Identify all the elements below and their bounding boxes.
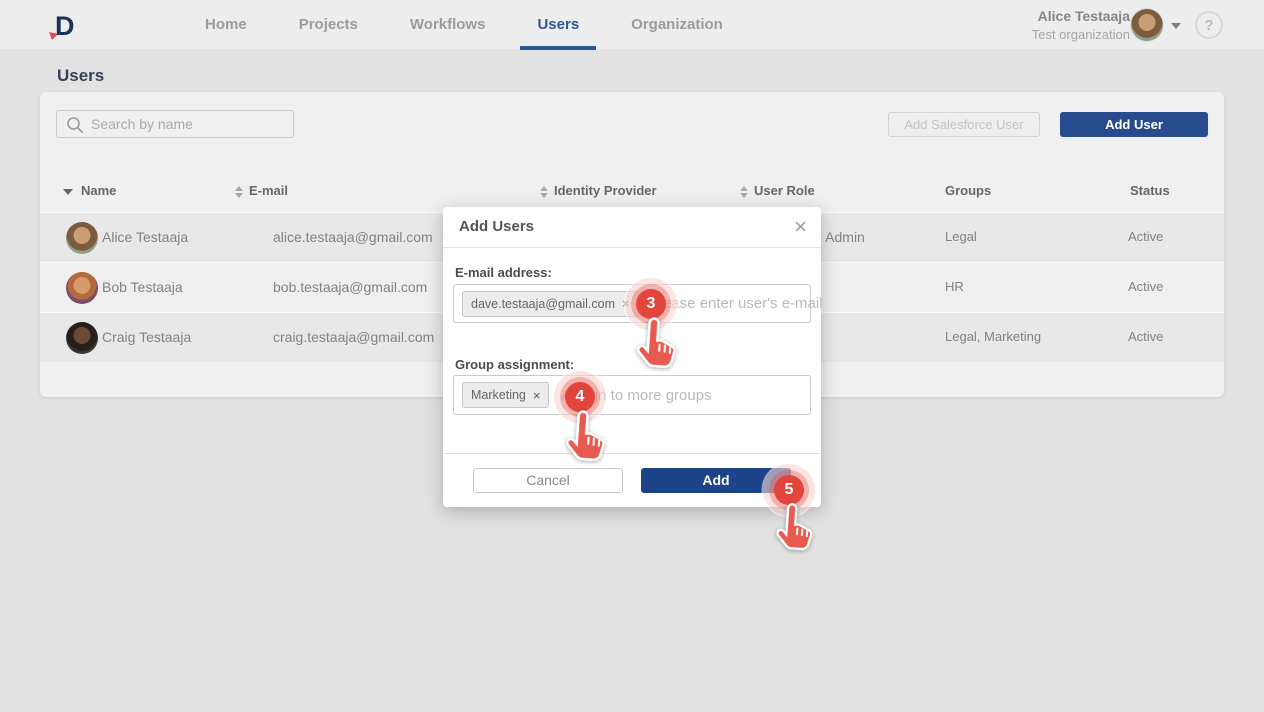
group-chip: Marketing ×	[462, 382, 549, 408]
column-header-email[interactable]: E-mail	[235, 183, 288, 198]
step-5-badge: 5	[774, 475, 804, 505]
app-root: D Home Projects Workflows Users Organiza…	[0, 0, 1264, 712]
group-input[interactable]: Marketing × Assign to more groups	[453, 375, 811, 415]
nav-item-users[interactable]: Users	[520, 0, 596, 50]
cell-email: alice.testaaja@gmail.com	[273, 229, 433, 245]
page-title: Users	[57, 66, 104, 86]
user-avatar	[66, 222, 98, 254]
add-button[interactable]: Add	[641, 468, 791, 493]
svg-text:D: D	[55, 11, 75, 41]
sort-both-icon	[540, 186, 548, 198]
email-chip: dave.testaaja@gmail.com ×	[462, 291, 639, 317]
search-icon	[66, 116, 84, 134]
account-name: Alice Testaaja	[1032, 7, 1130, 26]
remove-chip-icon[interactable]: ×	[533, 389, 541, 402]
step-3-badge: 3	[636, 289, 666, 319]
email-address-label: E-mail address:	[455, 265, 552, 280]
close-icon[interactable]: ×	[794, 213, 807, 241]
cell-email: craig.testaaja@gmail.com	[273, 329, 434, 345]
top-navigation-bar: D Home Projects Workflows Users Organiza…	[0, 0, 1264, 50]
search-box[interactable]	[56, 110, 294, 138]
cell-name: Alice Testaaja	[102, 229, 188, 245]
nav-item-workflows[interactable]: Workflows	[393, 0, 503, 50]
brand-logo-icon[interactable]: D	[46, 8, 82, 42]
column-header-groups: Groups	[945, 183, 991, 198]
modal-footer: Cancel Add	[443, 453, 821, 507]
search-input[interactable]	[91, 111, 289, 137]
sort-desc-icon	[63, 189, 73, 195]
modal-title: Add Users	[459, 218, 534, 235]
hand-pointer-icon	[555, 406, 615, 466]
account-organization: Test organization	[1032, 26, 1130, 43]
column-header-user-role[interactable]: User Role	[740, 183, 815, 198]
group-assignment-label: Group assignment:	[455, 357, 574, 372]
column-header-status: Status	[1130, 183, 1170, 198]
cancel-button[interactable]: Cancel	[473, 468, 623, 493]
nav-item-organization[interactable]: Organization	[614, 0, 740, 50]
nav-item-home[interactable]: Home	[188, 0, 264, 50]
cell-name: Craig Testaaja	[102, 329, 191, 345]
account-menu-caret-icon[interactable]	[1171, 23, 1181, 29]
cell-name: Bob Testaaja	[102, 279, 183, 295]
user-avatar	[66, 322, 98, 354]
cell-status: Active	[1128, 279, 1163, 294]
cell-groups: Legal	[945, 229, 977, 244]
column-header-identity-provider[interactable]: Identity Provider	[540, 183, 657, 198]
hand-pointer-icon	[766, 499, 822, 555]
nav-item-projects[interactable]: Projects	[282, 0, 375, 50]
column-header-name[interactable]: Name	[63, 183, 116, 198]
sort-both-icon	[235, 186, 243, 198]
remove-chip-icon[interactable]: ×	[622, 297, 630, 310]
cell-groups: Legal, Marketing	[945, 329, 1041, 344]
account-avatar[interactable]	[1131, 9, 1163, 41]
modal-header: Add Users ×	[443, 207, 821, 248]
add-salesforce-user-button[interactable]: Add Salesforce User	[888, 112, 1040, 137]
help-icon[interactable]: ?	[1195, 11, 1223, 39]
table-header: Name E-mail Identity Provider User Role …	[40, 172, 1224, 212]
cell-status: Active	[1128, 329, 1163, 344]
cell-groups: HR	[945, 279, 964, 294]
cell-status: Active	[1128, 229, 1163, 244]
hand-pointer-icon	[626, 313, 686, 373]
main-nav: Home Projects Workflows Users Organizati…	[188, 0, 758, 50]
account-info[interactable]: Alice Testaaja Test organization	[1032, 7, 1130, 43]
sort-both-icon	[740, 186, 748, 198]
user-avatar	[66, 272, 98, 304]
email-placeholder-text: Please enter user's e-mail	[650, 295, 823, 312]
add-user-button[interactable]: Add User	[1060, 112, 1208, 137]
cell-email: bob.testaaja@gmail.com	[273, 279, 427, 295]
step-4-badge: 4	[565, 382, 595, 412]
